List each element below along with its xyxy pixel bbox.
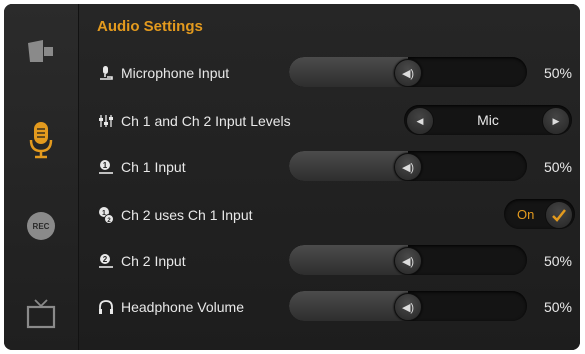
speaker-icon[interactable]: ◀) (394, 153, 422, 181)
mixer-icon (97, 113, 115, 129)
ch1-input-slider[interactable]: ◀) (289, 151, 527, 181)
ch2-input-label: Ch 2 Input (121, 253, 186, 269)
ch2-input-value: 50% (543, 253, 572, 269)
channel-2-icon: 2 (97, 253, 115, 269)
sidebar-item-audio[interactable] (4, 110, 78, 170)
headphone-volume-label: Headphone Volume (121, 299, 244, 315)
microphone-input-slider[interactable]: ◀) (289, 57, 527, 87)
headphone-volume-slider[interactable]: ◀) (289, 291, 527, 321)
ch2-uses-ch1-toggle[interactable]: On (504, 199, 575, 229)
headphone-icon (97, 299, 115, 315)
toggle-state-label: On (517, 206, 535, 222)
input-levels-selector: ◀ Mic ▶ (404, 105, 572, 135)
sidebar: REC (4, 4, 79, 350)
sidebar-item-record[interactable]: REC (4, 196, 78, 256)
page-title: Audio Settings (97, 18, 203, 35)
speaker-icon[interactable]: ◀) (394, 293, 422, 321)
rec-label: REC (32, 221, 50, 231)
right-arrow-icon[interactable]: ▶ (542, 107, 570, 135)
audio-settings-screen: REC Audio Settings Microphone Input ◀) 5… (4, 4, 580, 350)
headphone-volume-row: Headphone Volume ◀) 50% (79, 285, 580, 329)
microphone-input-row: Microphone Input ◀) 50% (79, 51, 580, 95)
microphone-input-icon (97, 65, 115, 81)
ch1-input-row: 1 Ch 1 Input ◀) 50% (79, 145, 580, 189)
speaker-icon[interactable]: ◀) (394, 59, 422, 87)
svg-text:1: 1 (103, 161, 108, 170)
microphone-input-label: Microphone Input (121, 65, 230, 81)
camera-icon (28, 40, 53, 62)
ch2-input-row: 2 Ch 2 Input ◀) 50% (79, 239, 580, 283)
input-levels-value: Mic (477, 112, 499, 128)
sidebar-item-display[interactable] (4, 284, 78, 344)
microphone-input-value: 50% (543, 65, 572, 81)
input-levels-label: Ch 1 and Ch 2 Input Levels (121, 113, 291, 129)
ch2-uses-ch1-row: 12 Ch 2 uses Ch 1 Input On (79, 193, 580, 237)
speaker-icon[interactable]: ◀) (394, 247, 422, 275)
ch2-uses-ch1-label: Ch 2 uses Ch 1 Input (121, 207, 253, 223)
slider-fill (289, 151, 408, 181)
ch1-input-value: 50% (543, 159, 572, 175)
checkmark-icon[interactable] (545, 201, 573, 229)
main-panel: Audio Settings Microphone Input ◀) 50% C… (79, 4, 580, 350)
slider-fill (289, 245, 408, 275)
sidebar-item-camera[interactable] (4, 21, 78, 81)
slider-fill (289, 291, 408, 321)
svg-text:2: 2 (103, 255, 108, 264)
input-levels-row: Ch 1 and Ch 2 Input Levels ◀ Mic ▶ (79, 99, 580, 143)
headphone-volume-value: 50% (543, 299, 572, 315)
ch2-input-slider[interactable]: ◀) (289, 245, 527, 275)
channel-link-icon: 12 (97, 206, 115, 224)
microphone-icon (29, 122, 53, 159)
channel-1-icon: 1 (97, 159, 115, 175)
rec-icon: REC (27, 212, 55, 240)
ch1-input-label: Ch 1 Input (121, 159, 186, 175)
left-arrow-icon[interactable]: ◀ (406, 107, 434, 135)
tv-icon (26, 299, 56, 329)
slider-fill (289, 57, 408, 87)
